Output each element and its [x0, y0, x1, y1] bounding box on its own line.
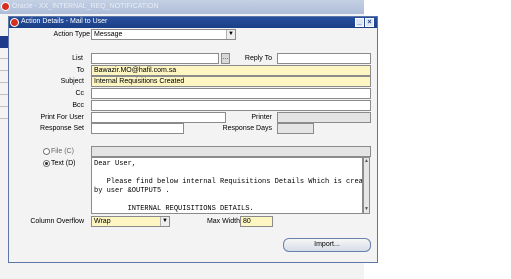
file-path-field[interactable] — [91, 146, 371, 157]
reply-to-label: Reply To — [244, 55, 272, 62]
dialog-title: Action Details - Mail to User — [21, 18, 108, 25]
background-divider — [0, 70, 8, 71]
reply-to-field[interactable] — [277, 53, 371, 64]
list-of-values-button[interactable]: … — [221, 53, 230, 64]
list-field[interactable] — [91, 53, 219, 64]
column-overflow-label: Column Overflow — [30, 218, 84, 225]
action-details-dialog: Action Details - Mail to User _ × Action… — [8, 16, 378, 263]
background-divider — [0, 82, 8, 83]
close-button[interactable]: × — [365, 18, 374, 27]
bcc-field[interactable] — [91, 100, 371, 111]
import-button[interactable]: Import... — [283, 238, 371, 252]
column-overflow-value: Wrap — [94, 218, 111, 225]
text-radio-label: Text (D) — [51, 160, 76, 167]
text-radio[interactable] — [43, 160, 50, 167]
cc-label: Cc — [75, 90, 84, 97]
subject-label: Subject — [60, 78, 84, 85]
response-days-field[interactable] — [277, 123, 314, 134]
background-titlebar[interactable]: Oracle - XX_INTERNAL_REQ_NOTIFICATION — [0, 0, 364, 14]
chevron-down-icon[interactable]: ▼ — [226, 30, 235, 39]
to-label: To — [76, 67, 84, 74]
background-divider — [0, 106, 8, 107]
dialog-titlebar[interactable]: Action Details - Mail to User _ × — [9, 17, 377, 28]
message-body-textarea[interactable]: Dear User, Please find below internal Re… — [91, 157, 363, 214]
minimize-button[interactable]: _ — [355, 18, 364, 27]
max-width-field[interactable]: 80 — [240, 216, 273, 227]
printer-field[interactable] — [277, 112, 371, 123]
arrow-up-icon[interactable]: ▲ — [364, 158, 369, 165]
action-type-value: Message — [94, 31, 123, 38]
action-type-select[interactable]: Message ▼ — [91, 29, 236, 40]
bcc-label: Bcc — [72, 102, 84, 109]
max-width-label: Max Width — [206, 218, 240, 225]
response-set-label: Response Set — [40, 125, 84, 132]
cc-field[interactable] — [91, 88, 371, 99]
file-radio[interactable] — [43, 148, 50, 155]
printer-label: Printer — [251, 114, 272, 121]
list-label: List — [72, 55, 83, 62]
background-divider — [0, 58, 8, 59]
subject-field[interactable]: Internal Requisitions Created — [91, 76, 371, 87]
oracle-icon — [1, 2, 10, 11]
chevron-down-icon[interactable]: ▼ — [160, 217, 169, 226]
file-radio-label: File (C) — [51, 148, 74, 155]
oracle-icon — [10, 18, 19, 27]
to-field[interactable]: Bawazir.MO@hafil.com.sa — [91, 65, 371, 76]
background-selection-strip — [0, 36, 8, 48]
message-body-scrollbar[interactable]: ▲ ▼ — [363, 157, 370, 214]
response-days-label: Response Days — [222, 125, 272, 132]
column-overflow-select[interactable]: Wrap ▼ — [91, 216, 170, 227]
background-window-title: Oracle - XX_INTERNAL_REQ_NOTIFICATION — [12, 3, 159, 10]
background-divider — [0, 94, 8, 95]
action-type-label: Action Type — [53, 31, 90, 38]
arrow-down-icon[interactable]: ▼ — [364, 206, 369, 213]
response-set-field[interactable] — [91, 123, 184, 134]
print-for-user-label: Print For User — [40, 114, 84, 121]
print-for-user-field[interactable] — [91, 112, 226, 123]
background-divider — [0, 118, 8, 119]
